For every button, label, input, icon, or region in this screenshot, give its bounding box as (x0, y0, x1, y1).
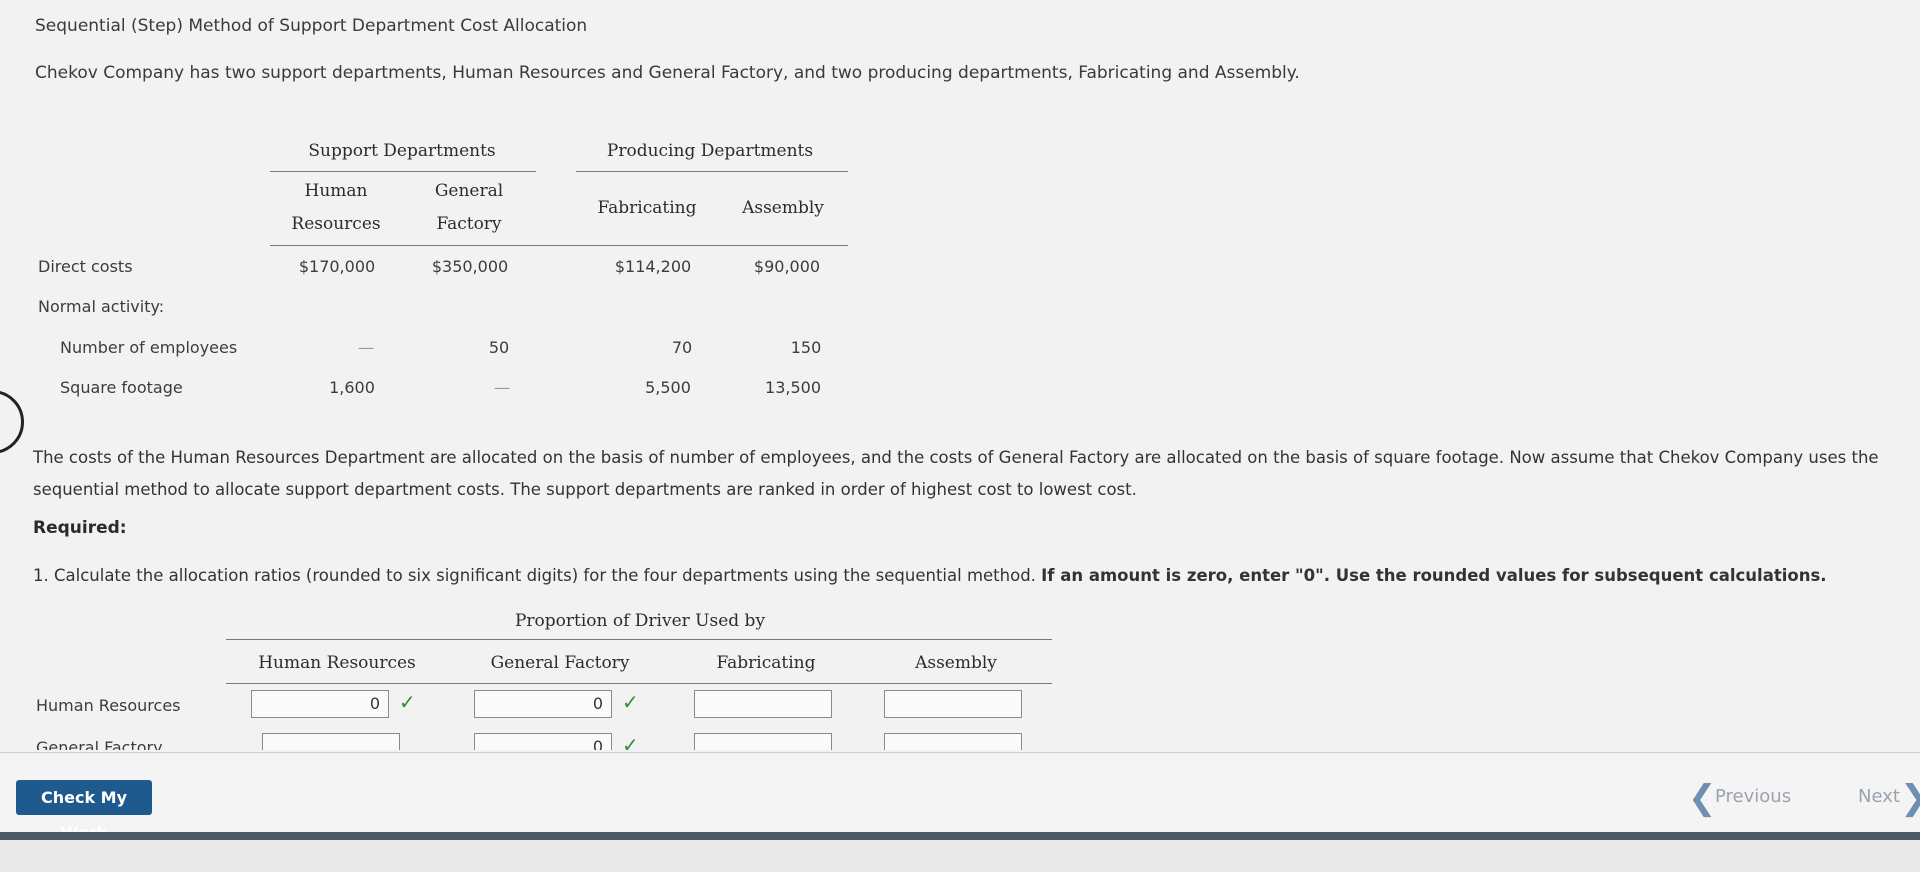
hr-to-gf-input[interactable]: 0 (474, 690, 612, 718)
check-my-work-button[interactable]: Check My Work (16, 780, 152, 842)
next-link[interactable]: Next (1858, 786, 1900, 807)
row-label-sqft: Square footage (60, 378, 183, 397)
question-1: 1. Calculate the allocation ratios (roun… (33, 566, 1827, 585)
direct-costs-fab: $114,200 (614, 257, 692, 276)
support-departments-header: Support Departments (308, 141, 496, 161)
check-icon: ✓ (399, 690, 416, 714)
proportion-header: Proportion of Driver Used by (514, 611, 766, 631)
answer-row-hr-label: Human Resources (36, 696, 181, 715)
paragraph-line1: The costs of the Human Resources Departm… (33, 448, 1879, 467)
page-title: Sequential (Step) Method of Support Depa… (35, 16, 588, 36)
employees-hr: — (358, 338, 374, 357)
col-gf-line2: Factory (436, 214, 502, 234)
check-icon: ✓ (622, 733, 639, 750)
sqft-fab: 5,500 (645, 378, 691, 397)
paragraph-line2: sequential method to allocate support de… (33, 480, 1137, 499)
chevron-left-icon[interactable]: ❮ (1688, 778, 1717, 818)
col-gf-line1: General (434, 181, 504, 201)
row-label-normal-activity: Normal activity: (38, 297, 165, 316)
screen-edge-circle (0, 390, 24, 454)
direct-costs-asm: $90,000 (753, 257, 821, 276)
footer-bar (0, 752, 1920, 833)
direct-costs-hr: $170,000 (298, 257, 376, 276)
answer-col-hr: Human Resources (258, 653, 416, 673)
sqft-hr: 1,600 (329, 378, 375, 397)
sqft-gf: — (494, 378, 510, 397)
gf-to-asm-input[interactable] (884, 733, 1022, 750)
hr-to-asm-input[interactable] (884, 690, 1022, 718)
col-assembly: Assembly (742, 198, 824, 218)
col-hr-line1: Human (304, 181, 368, 201)
previous-link[interactable]: Previous (1715, 786, 1791, 807)
chevron-right-icon[interactable]: ❯ (1900, 778, 1920, 818)
answer-row-gf-clipped: General Factory 0 ✓ (0, 728, 1100, 750)
required-label: Required: (33, 518, 127, 538)
gf-to-fab-input[interactable] (694, 733, 832, 750)
row-label-employees: Number of employees (60, 338, 238, 357)
gf-to-gf-input[interactable]: 0 (474, 733, 612, 750)
hr-to-fab-input[interactable] (694, 690, 832, 718)
sqft-asm: 13,500 (765, 378, 821, 397)
intro-text: Chekov Company has two support departmen… (35, 63, 1300, 83)
answer-row-gf-label: General Factory (36, 738, 163, 750)
check-icon: ✓ (622, 690, 639, 714)
gf-to-hr-input[interactable] (262, 733, 400, 750)
producing-departments-header: Producing Departments (606, 141, 814, 161)
hr-to-hr-input[interactable]: 0 (251, 690, 389, 718)
col-fabricating: Fabricating (597, 198, 697, 218)
bottom-bar (0, 832, 1920, 840)
direct-costs-gf: $350,000 (431, 257, 509, 276)
employees-asm: 150 (790, 338, 822, 357)
answer-col-gf: General Factory (490, 653, 630, 673)
employees-gf: 50 (488, 338, 510, 357)
bottom-strip (0, 840, 1920, 872)
row-label-direct-costs: Direct costs (38, 257, 133, 276)
col-hr-line2: Resources (291, 214, 381, 234)
employees-fab: 70 (671, 338, 693, 357)
answer-col-fab: Fabricating (716, 653, 816, 673)
answer-col-asm: Assembly (915, 653, 997, 673)
